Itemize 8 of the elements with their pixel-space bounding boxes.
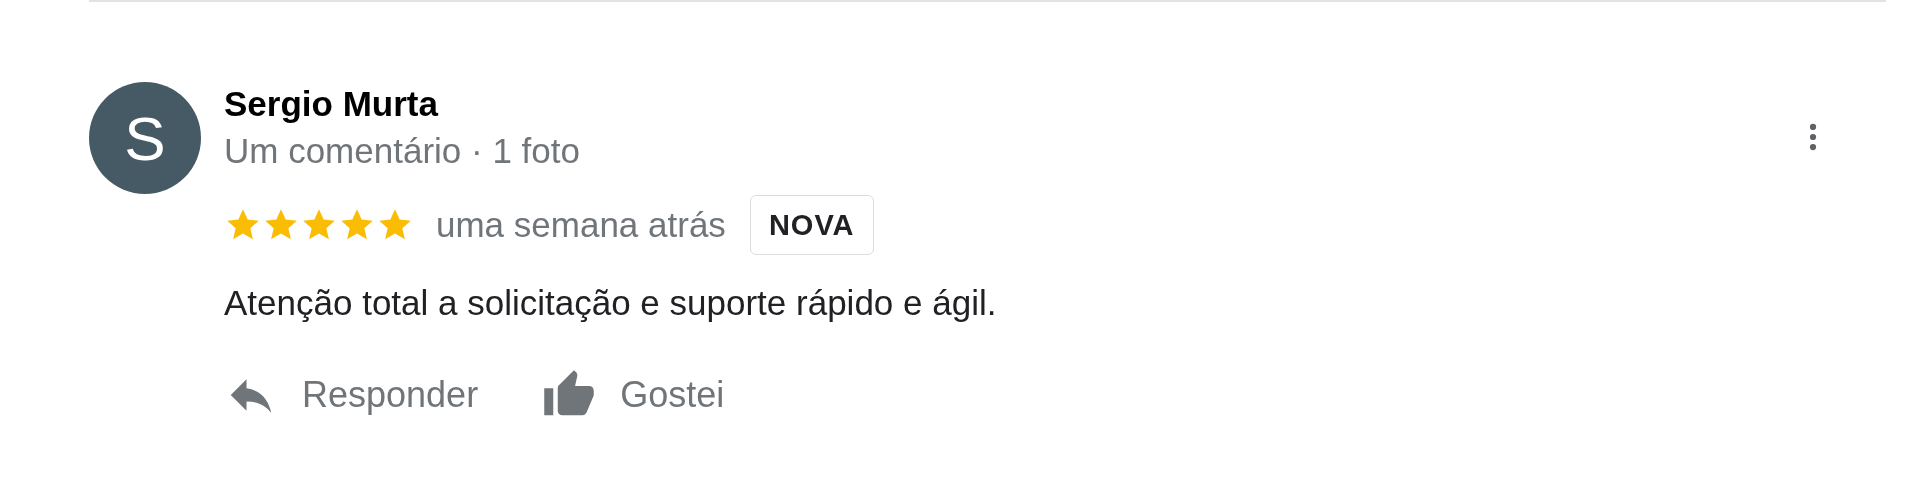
review-text: Atenção total a solicitação e suporte rápido e ágil. (224, 282, 998, 324)
review-date: uma semana atrás (436, 203, 726, 246)
author-name[interactable]: Sergio Murta (224, 83, 1802, 125)
new-badge: NOVA (749, 195, 874, 255)
like-button[interactable]: Gostei (542, 368, 725, 422)
reply-button[interactable]: Responder (224, 368, 479, 422)
avatar: S (89, 82, 201, 194)
author-stats: Um comentário · 1 foto (224, 130, 581, 172)
